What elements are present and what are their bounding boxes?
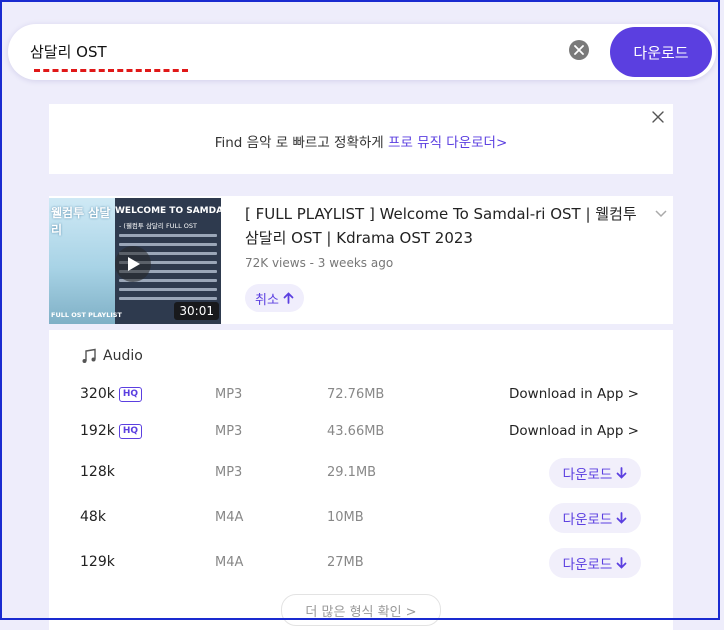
close-icon	[574, 45, 584, 55]
download-button[interactable]: 다운로드	[610, 27, 712, 77]
format-row: 320k HQ MP3 72.76MB Download in App >	[49, 377, 673, 413]
quality-cell: 192k HQ	[80, 423, 143, 439]
format-cell: M4A	[215, 510, 244, 525]
video-meta: 72K views - 3 weeks ago	[245, 256, 394, 270]
thumbnail-logo: 웰컴투 삼달리	[51, 206, 111, 237]
audio-section-label: Audio	[103, 348, 143, 364]
size-cell: 10MB	[327, 510, 364, 525]
clear-search-button[interactable]	[569, 40, 589, 60]
cancel-button[interactable]: 취소	[245, 284, 304, 312]
download-button[interactable]: 다운로드	[549, 548, 641, 578]
download-label: 다운로드	[562, 467, 613, 483]
quality-cell: 48k	[80, 509, 106, 525]
video-thumbnail[interactable]: 웰컴투 삼달리 WELCOME TO SAMDAL - (웰컴투 삼달리 FUL…	[49, 198, 221, 324]
formats-panel: Audio 320k HQ MP3 72.76MB Download in App…	[49, 330, 673, 630]
video-duration: 30:01	[174, 302, 219, 320]
size-cell: 27MB	[327, 555, 364, 570]
format-cell: MP3	[215, 387, 243, 402]
quality-cell: 320k HQ	[80, 386, 143, 402]
format-row: 129k M4A 27MB 다운로드	[49, 545, 673, 581]
play-icon[interactable]	[115, 246, 151, 282]
thumbnail-photo: 웰컴투 삼달리	[49, 198, 115, 324]
download-label: 다운로드	[562, 512, 613, 528]
banner-link[interactable]: 프로 뮤직 다운로더>	[388, 135, 507, 151]
format-cell: MP3	[215, 424, 243, 439]
arrow-down-icon	[616, 557, 627, 569]
download-in-app-link[interactable]: Download in App >	[509, 423, 639, 439]
download-button[interactable]: 다운로드	[549, 458, 641, 488]
more-formats-button[interactable]: 더 많은 형식 확인 >	[281, 594, 441, 626]
spellcheck-underline	[34, 69, 188, 72]
hq-badge: HQ	[118, 386, 143, 402]
quality-value: 192k	[80, 423, 115, 439]
cancel-label: 취소	[255, 292, 279, 308]
format-row: 48k M4A 10MB 다운로드	[49, 500, 673, 536]
video-title: [ FULL PLAYLIST ] Welcome To Samdal-ri O…	[245, 205, 637, 247]
search-bar: 삼달리 OST 다운로드	[8, 24, 716, 80]
arrow-up-icon	[283, 292, 294, 304]
hq-badge: HQ	[118, 423, 143, 439]
arrow-down-icon	[616, 512, 627, 524]
quality-value: 320k	[80, 386, 115, 402]
format-cell: M4A	[215, 555, 244, 570]
video-result-card: 웰컴투 삼달리 WELCOME TO SAMDAL - (웰컴투 삼달리 FUL…	[49, 196, 673, 324]
banner-text: Find 음악 로 빠르고 정확하게 프로 뮤직 다운로더>	[49, 131, 673, 151]
audio-section-header: Audio	[81, 348, 143, 364]
thumbnail-title: WELCOME TO SAMDAL	[115, 206, 221, 216]
quality-cell: 128k	[80, 464, 115, 480]
format-cell: MP3	[215, 465, 243, 480]
close-icon[interactable]	[651, 110, 665, 124]
chevron-down-icon[interactable]	[655, 210, 667, 218]
thumbnail-subtitle: - (웰컴투 삼달리 FULL OST	[119, 222, 197, 230]
size-cell: 29.1MB	[327, 465, 377, 480]
download-label: 다운로드	[562, 557, 613, 573]
download-button[interactable]: 다운로드	[549, 503, 641, 533]
thumbnail-footer: FULL OST PLAYLIST	[51, 311, 122, 319]
download-in-app-link[interactable]: Download in App >	[509, 386, 639, 402]
arrow-down-icon	[616, 467, 627, 479]
music-note-icon	[82, 348, 96, 363]
format-row: 128k MP3 29.1MB 다운로드	[49, 455, 673, 491]
banner-text-prefix: Find 음악 로 빠르고 정확하게	[214, 135, 389, 151]
search-input[interactable]: 삼달리 OST	[30, 41, 107, 62]
format-row: 192k HQ MP3 43.66MB Download in App >	[49, 414, 673, 450]
promo-banner: Find 음악 로 빠르고 정확하게 프로 뮤직 다운로더>	[49, 104, 673, 174]
size-cell: 43.66MB	[327, 424, 385, 439]
size-cell: 72.76MB	[327, 387, 385, 402]
quality-cell: 129k	[80, 554, 115, 570]
